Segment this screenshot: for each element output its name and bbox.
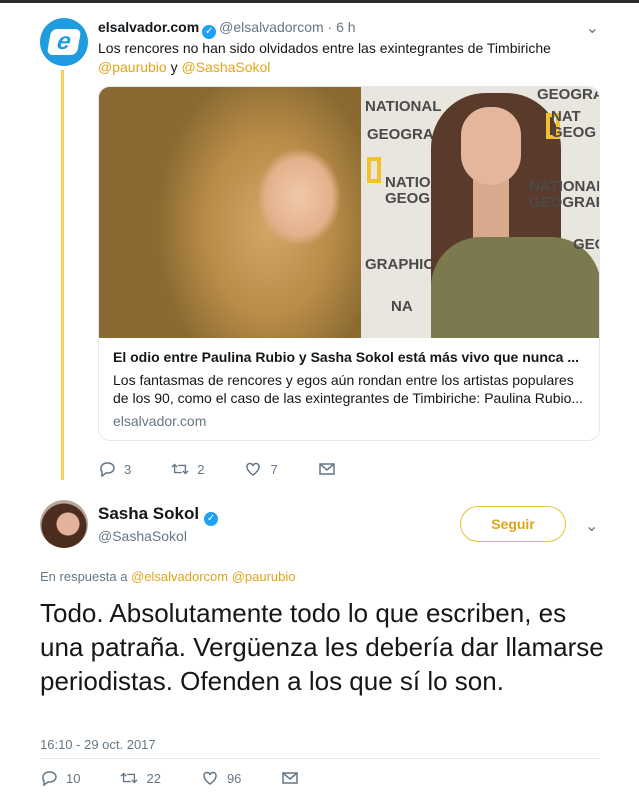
- elsalvador-logo-icon: e: [46, 28, 82, 55]
- mention-link[interactable]: @paurubio: [98, 59, 167, 75]
- conjunction: y: [170, 59, 178, 75]
- reply-button[interactable]: 3: [98, 460, 131, 478]
- like-button[interactable]: 7: [244, 460, 278, 478]
- chevron-down-icon[interactable]: ⌄: [585, 516, 598, 536]
- portrait-face: [461, 107, 521, 185]
- reply-count: 3: [124, 461, 132, 477]
- verified-icon: ✓: [202, 25, 217, 39]
- card-description: Los fantasmas de rencores y egos aún ron…: [113, 372, 584, 406]
- follow-button[interactable]: Seguir: [460, 506, 566, 542]
- mention-link[interactable]: @paurubio: [232, 569, 296, 584]
- retweet-count: 2: [197, 461, 205, 477]
- handle[interactable]: @elsalvadorcom: [219, 19, 323, 35]
- parent-tweet[interactable]: e elsalvador.com ✓ @elsalvadorcom · 6 h ⌄ …: [0, 0, 639, 490]
- image-signage-text: NATIONAL: [365, 98, 442, 115]
- card-image-right-portrait: NATIONAL GEOGRAPHIC NATIONALGEOGRAPHIC G…: [361, 87, 599, 338]
- image-signage-text: GEOGRAPHIC: [537, 87, 599, 103]
- card-image: NATIONAL GEOGRAPHIC NATIONALGEOGRAPHIC G…: [99, 87, 599, 338]
- tweet-time[interactable]: · 6 h: [328, 19, 356, 35]
- card-title[interactable]: El odio entre Paulina Rubio y Sasha Soko…: [113, 349, 585, 365]
- retweet-count: 22: [146, 770, 161, 786]
- reply-button[interactable]: 10: [40, 769, 80, 787]
- handle[interactable]: @SashaSokol: [98, 528, 187, 544]
- card-domain: elsalvador.com: [113, 413, 207, 429]
- image-signage-text: NA: [391, 298, 413, 315]
- display-name[interactable]: Sasha Sokol ✓: [98, 504, 221, 526]
- reply-context: En respuesta a @elsalvadorcom @paurubio: [40, 569, 296, 584]
- reply-count: 10: [66, 770, 81, 786]
- reply-prefix: En respuesta a: [40, 569, 128, 584]
- tweet-text-body: Los rencores no han sido olvidados entre…: [98, 40, 551, 56]
- message-button[interactable]: [281, 769, 307, 787]
- retweet-icon: [120, 769, 139, 787]
- retweet-button[interactable]: 22: [120, 769, 161, 787]
- image-signage-text: GEOG: [573, 236, 599, 253]
- tweet-actions: 10 22 96: [40, 769, 347, 787]
- card-image-left-portrait: [99, 87, 361, 338]
- tweet-timestamp[interactable]: 16:10 - 29 oct. 2017: [40, 737, 156, 752]
- avatar[interactable]: [40, 500, 88, 548]
- retweet-icon: [171, 460, 189, 478]
- message-icon: [318, 460, 336, 478]
- message-button[interactable]: [318, 460, 344, 478]
- message-icon: [281, 769, 299, 787]
- reply-icon: [40, 769, 58, 787]
- display-name[interactable]: elsalvador.com: [98, 19, 199, 35]
- tweet-header: elsalvador.com ✓ @elsalvadorcom · 6 h: [98, 19, 356, 39]
- like-icon: [244, 460, 262, 478]
- divider: [40, 758, 600, 759]
- verified-icon: ✓: [204, 512, 219, 526]
- tweet-text: Los rencores no han sido olvidados entre…: [98, 39, 598, 77]
- mention-link[interactable]: @elsalvadorcom: [131, 569, 228, 584]
- thread-line: [61, 70, 64, 480]
- retweet-button[interactable]: 2: [171, 460, 204, 478]
- image-signage-text: GRAPHIC: [365, 256, 435, 273]
- reply-icon: [98, 460, 116, 478]
- image-signage-text: NATIONALGEOGRAPHIC: [529, 178, 599, 211]
- chevron-down-icon[interactable]: ⌄: [586, 18, 599, 38]
- image-signage-text: NAT GEOG: [551, 108, 597, 141]
- link-card[interactable]: NATIONAL GEOGRAPHIC NATIONALGEOGRAPHIC G…: [98, 86, 600, 441]
- like-icon: [201, 769, 219, 787]
- card-body: El odio entre Paulina Rubio y Sasha Soko…: [99, 339, 599, 439]
- tweet-text: Todo. Absolutamente todo lo que escriben…: [40, 598, 604, 696]
- mention-link[interactable]: @SashaSokol: [181, 59, 270, 75]
- like-count: 7: [270, 461, 278, 477]
- like-button[interactable]: 96: [201, 769, 241, 787]
- like-count: 96: [226, 770, 242, 786]
- ng-logo-icon: [367, 157, 381, 183]
- tweet-actions: 3 2 7: [98, 460, 384, 478]
- avatar[interactable]: e: [40, 18, 88, 66]
